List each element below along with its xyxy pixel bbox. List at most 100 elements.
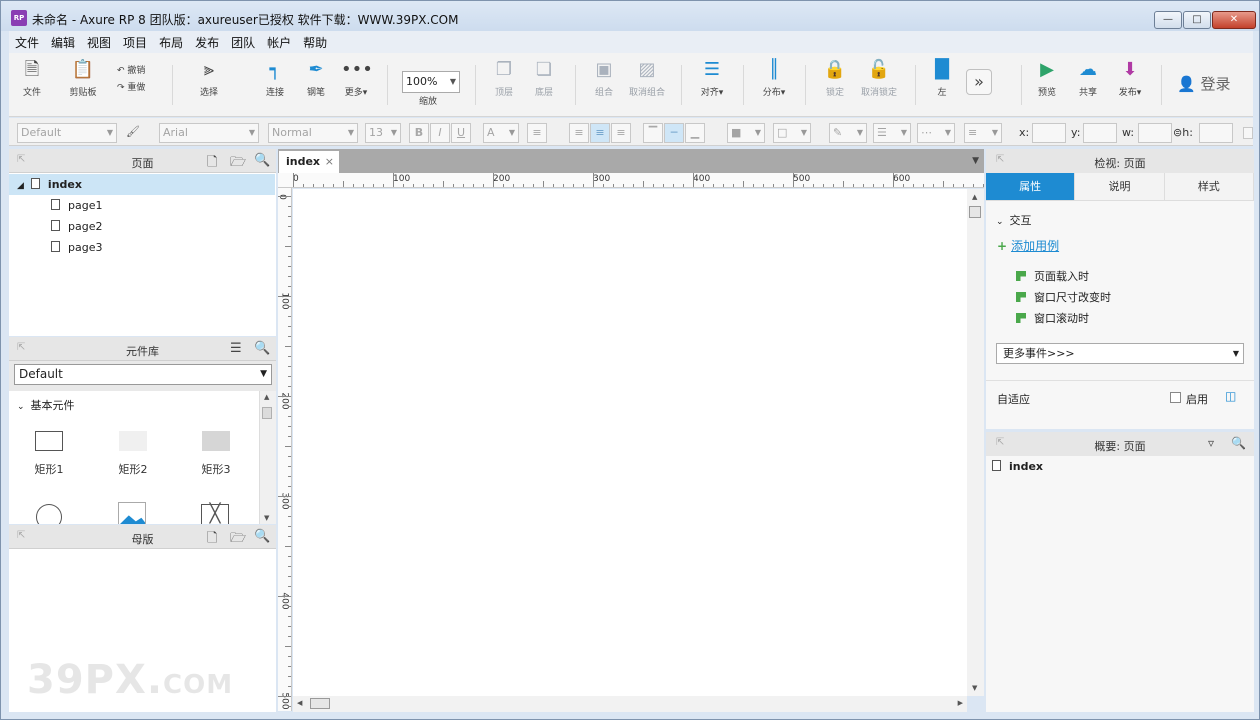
tab-list-dropdown-icon[interactable]: ▼	[972, 156, 979, 166]
align-button[interactable]: ☰ 对齐▾	[695, 59, 729, 98]
share-button[interactable]: ☁ 共享	[1073, 59, 1103, 98]
filter-icon[interactable]: ▿	[1208, 436, 1214, 450]
hidden-checkbox[interactable]	[1243, 127, 1253, 139]
lock-button[interactable]: 🔒 锁定	[821, 59, 849, 98]
scroll-down-icon[interactable]: ▼	[972, 684, 977, 692]
italic-button[interactable]: I	[430, 123, 450, 143]
publish-button[interactable]: ⬇ 发布▾	[1113, 59, 1147, 98]
align-text-right-button[interactable]: ≡	[611, 123, 631, 143]
search-icon[interactable]: 🔍	[254, 153, 270, 168]
library-section-header[interactable]: ⌄ 基本元件	[17, 397, 75, 413]
add-master-icon[interactable]: 🗋	[207, 529, 217, 551]
more-tools-button[interactable]: ••• 更多▾	[341, 59, 373, 98]
canvas-vertical-scrollbar[interactable]: ▲ ▼	[967, 189, 984, 696]
valign-top-button[interactable]: ▔	[643, 123, 663, 143]
tree-item-page3[interactable]: page3	[9, 237, 275, 258]
pen-tool-button[interactable]: ✒ 钢笔	[302, 59, 330, 98]
scroll-up-icon[interactable]: ▲	[264, 393, 269, 401]
tab-style[interactable]: 样式	[1165, 173, 1254, 200]
clipboard-button[interactable]: 📋 剪贴板	[65, 59, 101, 98]
menu-edit[interactable]: 编辑	[45, 34, 81, 51]
expand-toolbar-button[interactable]: »	[966, 69, 992, 95]
format-painter-button[interactable]: 🖌	[123, 123, 143, 143]
preview-button[interactable]: ▶ 预览	[1033, 59, 1061, 98]
align-text-left-button[interactable]: ≡	[569, 123, 589, 143]
more-events-select[interactable]: 更多事件>>> ▼	[996, 343, 1244, 364]
menu-view[interactable]: 视图	[81, 34, 117, 51]
underline-button[interactable]: U	[451, 123, 471, 143]
ungroup-button[interactable]: ▨ 取消组合	[625, 59, 669, 98]
style-select[interactable]: Default ▼	[17, 123, 117, 143]
scroll-down-icon[interactable]: ▼	[264, 514, 269, 522]
tree-item-page1[interactable]: page1	[9, 195, 275, 216]
add-folder-icon[interactable]: 🗁	[230, 529, 246, 551]
event-window-resize[interactable]: 窗口尺寸改变时	[1016, 289, 1111, 305]
redo-button[interactable]: ↷ 重做	[117, 80, 159, 93]
send-to-back-button[interactable]: ❏ 底层	[529, 59, 559, 98]
tab-notes[interactable]: 说明	[1075, 173, 1165, 200]
enable-adaptive-checkbox[interactable]	[1170, 392, 1181, 403]
tab-properties[interactable]: 属性	[986, 173, 1076, 200]
menu-arrange[interactable]: 布局	[153, 34, 189, 51]
line-style-select[interactable]: ⋯ ▼	[917, 123, 955, 143]
menu-project[interactable]: 项目	[117, 34, 153, 51]
h-input[interactable]	[1199, 123, 1233, 143]
valign-middle-button[interactable]: ─	[664, 123, 684, 143]
menu-help[interactable]: 帮助	[297, 34, 333, 51]
search-icon[interactable]: 🔍	[254, 341, 270, 356]
image-widget-icon[interactable]	[118, 502, 146, 524]
arrow-style-select[interactable]: ≡ ▼	[964, 123, 1002, 143]
zoom-select[interactable]: 100% ▼	[402, 71, 460, 93]
font-size-select[interactable]: 13 ▼	[365, 123, 401, 143]
valign-bottom-button[interactable]: ▁	[685, 123, 705, 143]
login-button[interactable]: 👤 登录	[1177, 73, 1230, 94]
fill-color-select[interactable]: ■ ▼	[727, 123, 765, 143]
widget-rectangle3[interactable]: 矩形3	[194, 431, 238, 477]
tree-item-index[interactable]: ◢ index	[9, 174, 275, 195]
align-text-center-button[interactable]: ≡	[590, 123, 610, 143]
left-pane-button[interactable]: █ 左	[929, 59, 955, 98]
scroll-right-icon[interactable]: ▶	[958, 699, 963, 707]
y-input[interactable]	[1083, 123, 1117, 143]
shadow-select[interactable]: □ ▼	[773, 123, 811, 143]
event-window-scroll[interactable]: 窗口滚动时	[1016, 310, 1089, 326]
adaptive-settings-icon[interactable]: ◫	[1225, 389, 1236, 403]
placeholder-widget-icon[interactable]: ╳	[201, 504, 229, 524]
font-weight-select[interactable]: Normal ▼	[268, 123, 358, 143]
line-color-select[interactable]: ✎ ▼	[829, 123, 867, 143]
library-select[interactable]: Default ▼	[14, 364, 272, 385]
search-icon[interactable]: 🔍	[1231, 436, 1246, 450]
design-canvas[interactable]	[293, 189, 967, 696]
tab-index[interactable]: index ×	[279, 151, 339, 173]
add-case-link[interactable]: + 添加用例	[997, 237, 1059, 254]
x-input[interactable]	[1032, 123, 1066, 143]
add-page-icon[interactable]: 🗋	[207, 153, 217, 175]
menu-account[interactable]: 帐户	[261, 34, 297, 51]
scrollbar-thumb[interactable]	[969, 206, 981, 218]
select-tool-button[interactable]: ⫸ 选择	[187, 59, 231, 98]
widget-rectangle1[interactable]: 矩形1	[27, 431, 71, 477]
font-color-select[interactable]: A ▼	[483, 123, 519, 143]
add-folder-icon[interactable]: 🗁	[230, 153, 246, 175]
event-page-load[interactable]: 页面载入时	[1016, 268, 1089, 284]
minimize-button[interactable]: —	[1154, 11, 1182, 29]
library-scrollbar[interactable]: ▲ ▼	[259, 391, 276, 524]
bold-button[interactable]: B	[409, 123, 429, 143]
menu-publish[interactable]: 发布	[189, 34, 225, 51]
menu-file[interactable]: 文件	[9, 34, 45, 51]
connect-tool-button[interactable]: ┑ 连接	[261, 59, 289, 98]
undo-button[interactable]: ↶ 撤销	[117, 63, 159, 76]
scroll-left-icon[interactable]: ◀	[297, 699, 302, 707]
scrollbar-thumb[interactable]	[262, 407, 272, 419]
widget-rectangle2[interactable]: 矩形2	[111, 431, 155, 477]
group-button[interactable]: ▣ 组合	[589, 59, 619, 98]
maximize-button[interactable]: □	[1183, 11, 1211, 29]
canvas-horizontal-scrollbar[interactable]: ◀ ▶	[293, 696, 967, 712]
w-input[interactable]	[1138, 123, 1172, 143]
search-icon[interactable]: 🔍	[254, 529, 270, 544]
unlock-button[interactable]: 🔓 取消锁定	[857, 59, 901, 98]
bullets-button[interactable]: ≡	[527, 123, 547, 143]
menu-team[interactable]: 团队	[225, 34, 261, 51]
overview-item-index[interactable]: index	[992, 460, 1043, 473]
distribute-button[interactable]: ║ 分布▾	[757, 59, 791, 98]
